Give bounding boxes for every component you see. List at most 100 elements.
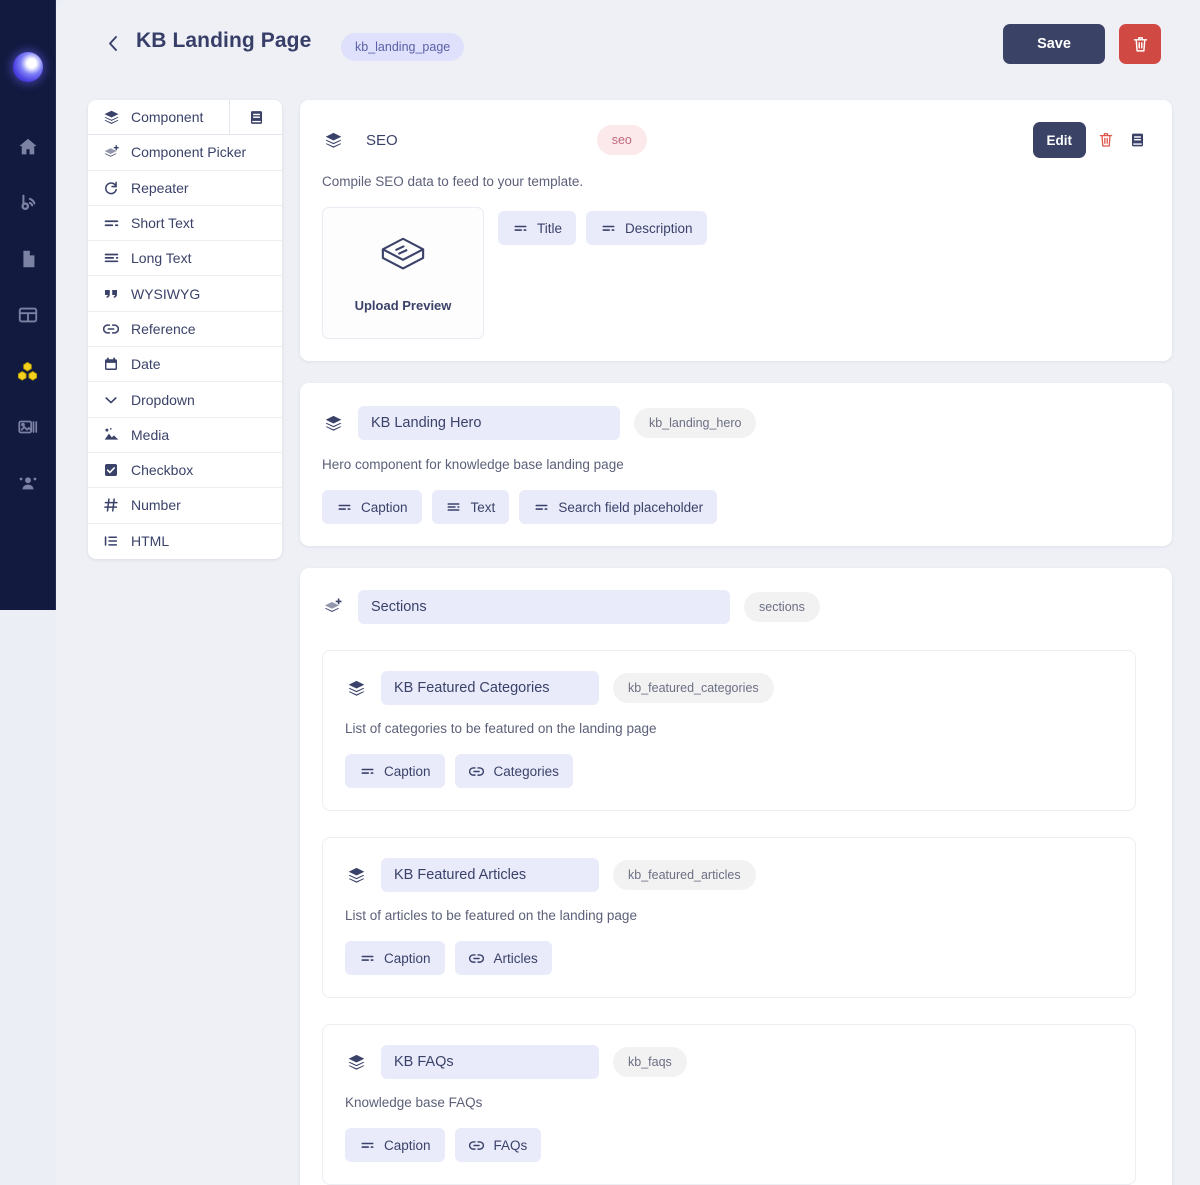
package-upload-icon [378,233,428,284]
field-chip-label: Caption [361,499,408,515]
field-chip[interactable]: Description [586,211,707,245]
repeater-name-input[interactable] [358,590,730,624]
seo-upload-row: Upload Preview Title Description [322,207,1148,339]
component-slug-badge: kb_featured_articles [613,860,756,890]
page-title: KB Landing Page [136,29,312,52]
field-chip[interactable]: FAQs [454,1128,542,1162]
type-item-media[interactable]: Media [88,418,282,453]
type-item-date[interactable]: Date [88,347,282,383]
layers-icon [102,108,120,126]
short-text-icon [359,763,375,779]
type-item-reference[interactable]: Reference [88,312,282,348]
media-gallery-icon[interactable] [13,412,43,442]
repeater-card-sections: sections kb_featured_categories List of … [300,568,1172,1185]
field-chip-label: Title [537,220,563,236]
type-item-label: Reference [131,320,196,337]
type-item-short-text[interactable]: Short Text [88,206,282,242]
field-type-panel: Component Component Picker Repeater Shor… [88,100,282,559]
field-chip[interactable]: Caption [345,1128,445,1162]
field-chip-label: Description [625,220,693,236]
library-button[interactable] [1126,128,1148,152]
type-item-repeater[interactable]: Repeater [88,171,282,206]
field-chip-label: Caption [384,1137,431,1153]
component-name-input[interactable] [381,671,599,705]
component-card-featured-categories: kb_featured_categories List of categorie… [322,650,1136,811]
long-text-icon [446,499,462,515]
layers-icon [345,1051,367,1073]
component-name-input[interactable] [381,1045,599,1079]
component-slug-badge: kb_featured_categories [613,673,774,703]
field-chip[interactable]: Title [498,211,577,245]
type-item-label: WYSIWYG [131,285,201,302]
card-header: sections [322,590,1136,624]
repeater-slug-badge: sections [744,592,820,622]
trash-icon [1133,36,1147,52]
field-chip[interactable]: Caption [345,941,445,975]
save-button[interactable]: Save [1003,24,1105,64]
type-item-label: HTML [131,533,170,550]
layout-table-icon[interactable] [13,300,43,330]
component-name-input[interactable] [381,858,599,892]
field-chip-label: Text [470,499,496,515]
users-icon[interactable] [13,468,43,498]
edit-button[interactable]: Edit [1032,122,1086,158]
component-name-input[interactable] [358,406,620,440]
layers-icon [322,412,344,434]
main-surface: KB Landing Page kb_landing_page Save Com… [56,0,1200,1185]
upload-preview-button[interactable]: Upload Preview [322,207,484,339]
type-item-label: Long Text [131,250,192,267]
component-card-featured-articles: kb_featured_articles List of articles to… [322,837,1136,998]
short-text-icon [359,1137,375,1153]
long-text-icon [102,249,120,267]
field-chip[interactable]: Articles [454,941,552,975]
field-chip-label: Caption [384,763,431,779]
type-item-number[interactable]: Number [88,488,282,524]
field-chip-label: FAQs [493,1137,528,1153]
panel-library-button[interactable] [229,100,282,135]
back-button[interactable] [100,30,126,56]
components-blocks-icon[interactable] [13,356,43,386]
short-text-icon [102,214,120,232]
type-item-dropdown[interactable]: Dropdown [88,382,282,418]
field-chip-list: Caption Articles [345,941,1113,975]
trash-icon [1099,133,1113,147]
book-icon [1131,133,1143,147]
rail-icon-list [13,132,43,498]
reference-link-icon [469,763,485,779]
short-text-icon [512,220,528,236]
field-chip[interactable]: Text [431,490,510,524]
home-icon[interactable] [13,132,43,162]
refresh-icon [102,179,120,197]
component-title: SEO [366,131,398,149]
type-item-long-text[interactable]: Long Text [88,241,282,277]
field-chip[interactable]: Caption [345,754,445,788]
type-item-checkbox[interactable]: Checkbox [88,453,282,489]
type-item-wysiwyg[interactable]: WYSIWYG [88,276,282,312]
card-actions: Edit [1032,122,1149,158]
type-item-label: Checkbox [131,462,194,479]
field-chip[interactable]: Categories [454,754,573,788]
blog-rss-icon[interactable] [13,188,43,218]
component-card-hero: kb_landing_hero Hero component for knowl… [300,383,1172,546]
component-description: Hero component for knowledge base landin… [322,457,624,472]
card-header: SEO seo Edit [322,122,1148,158]
field-chip[interactable]: Caption [322,490,422,524]
component-description: Compile SEO data to feed to your templat… [322,174,584,189]
delete-component-button[interactable] [1095,128,1117,152]
card-header: kb_featured_categories [345,671,1113,705]
quote-icon [102,285,120,303]
type-item-component-picker[interactable]: Component Picker [88,135,282,171]
field-chip[interactable]: Search field placeholder [519,490,718,524]
component-slug-badge: kb_landing_hero [634,408,757,438]
document-icon[interactable] [13,244,43,274]
type-item-html[interactable]: HTML [88,524,282,559]
seo-field-chips: Title Description [498,207,707,245]
reference-link-icon [469,1137,485,1153]
calendar-icon [102,355,120,373]
app-logo-orb[interactable] [12,52,43,82]
delete-page-button[interactable] [1119,24,1161,64]
type-item-component[interactable]: Component [88,100,282,136]
short-text-icon [359,950,375,966]
field-chip-list: Caption FAQs [345,1128,1113,1162]
component-description: List of articles to be featured on the l… [345,908,637,923]
